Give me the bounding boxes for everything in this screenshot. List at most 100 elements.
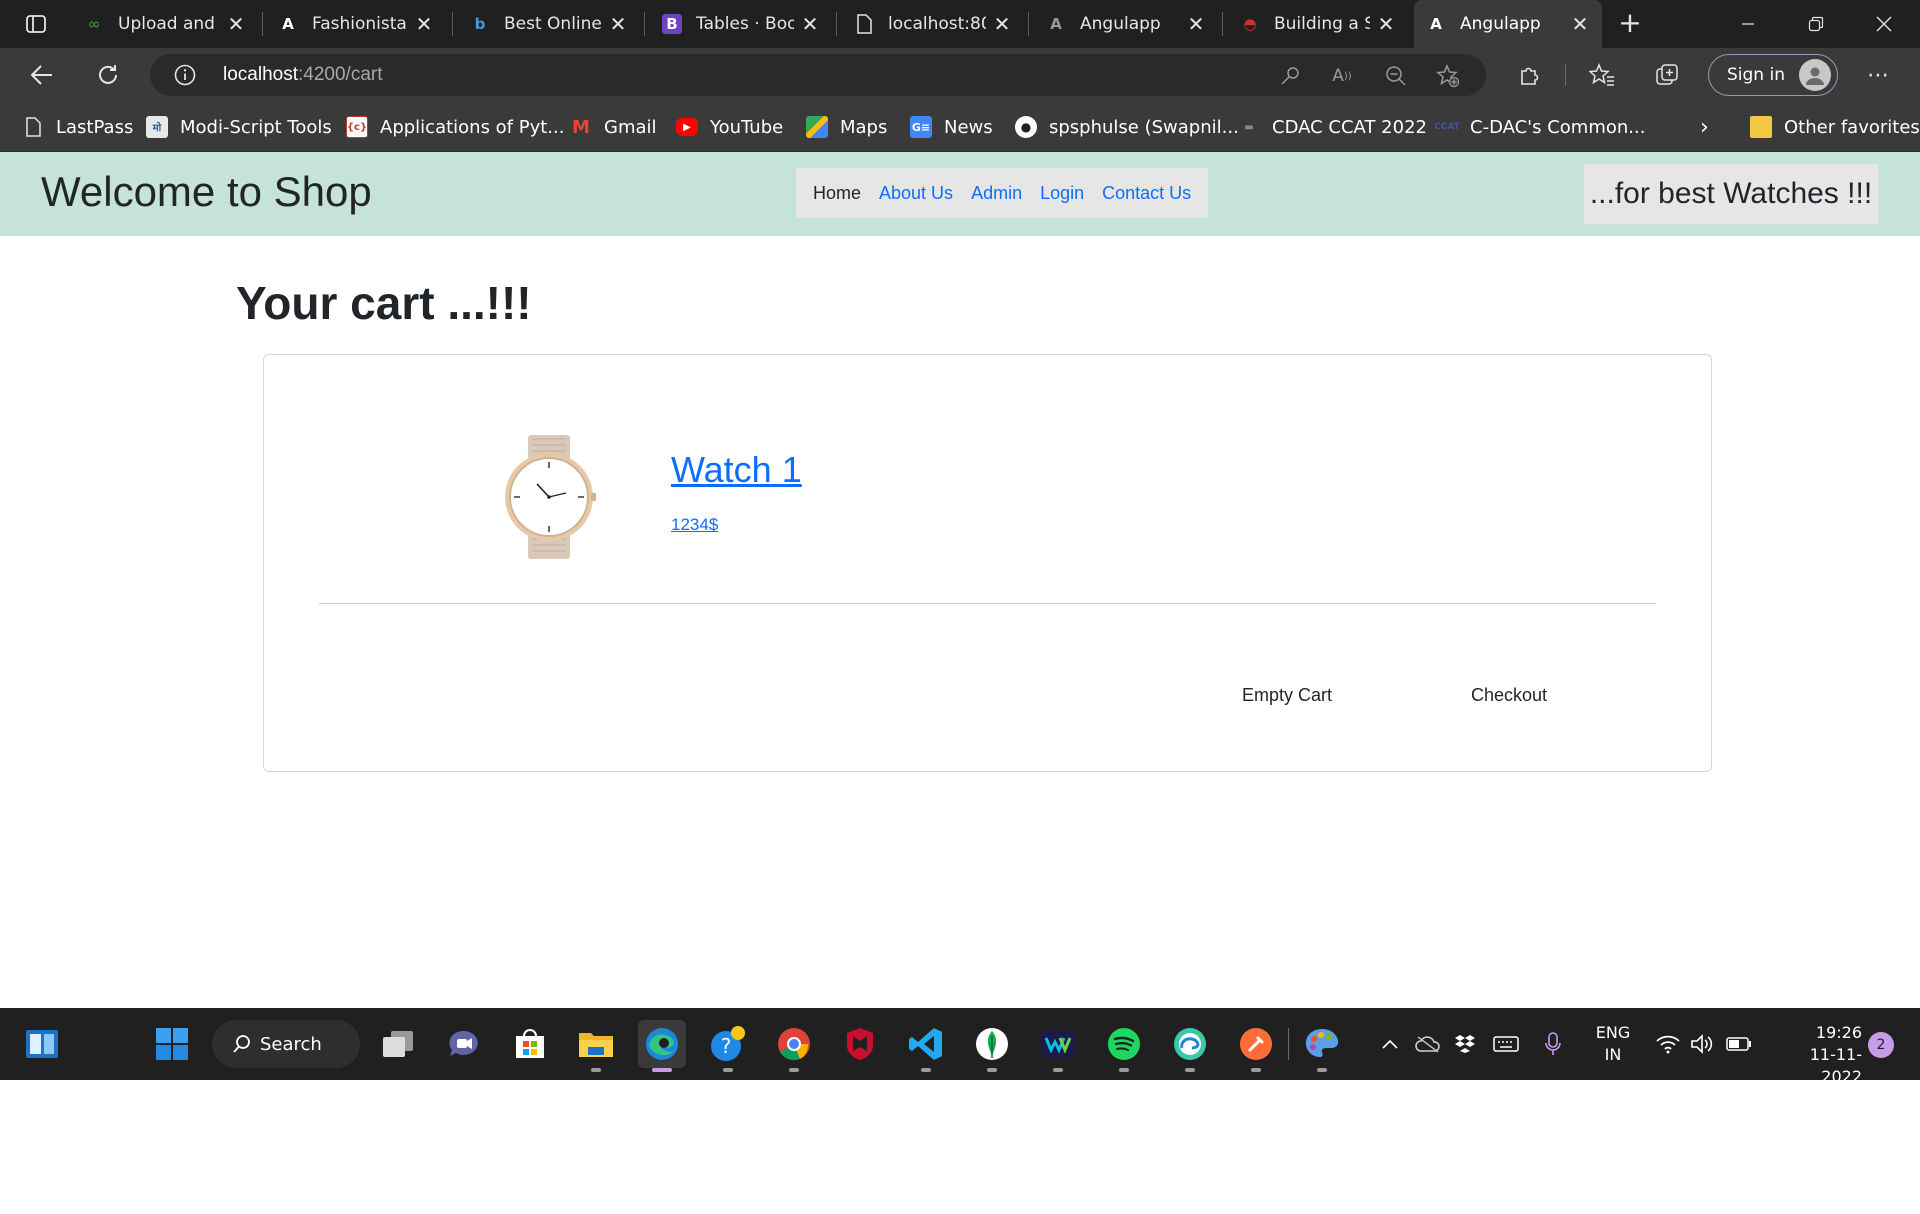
battery-tray[interactable] — [1724, 1030, 1754, 1058]
microphone-icon — [1545, 1032, 1561, 1055]
checkout-button[interactable]: Checkout — [1471, 685, 1547, 706]
start-button[interactable] — [148, 1020, 196, 1068]
task-view-button[interactable] — [374, 1020, 422, 1068]
tab-best-online[interactable]: b Best Online ✕ — [458, 0, 640, 48]
more-dots-icon: ⋯ — [1867, 62, 1889, 88]
tab-angulapp-active[interactable]: A Angulapp ✕ — [1414, 0, 1602, 48]
edge-beta-button[interactable] — [1166, 1020, 1214, 1072]
file-explorer-button[interactable] — [572, 1020, 620, 1072]
close-tab-icon[interactable]: ✕ — [608, 12, 628, 36]
show-hidden-icons-button[interactable] — [1378, 1030, 1402, 1058]
favorite-news[interactable]: G≡ News — [910, 114, 993, 140]
favorite-gmail[interactable]: M Gmail — [570, 114, 656, 140]
nav-about-us[interactable]: About Us — [879, 183, 953, 204]
webex-button[interactable] — [1034, 1020, 1082, 1072]
minimize-button[interactable] — [1714, 0, 1782, 48]
widgets-button[interactable] — [18, 1020, 66, 1068]
nav-admin[interactable]: Admin — [971, 183, 1022, 204]
task-view-icon — [383, 1031, 413, 1057]
bootstrap-icon: B — [662, 14, 682, 34]
microsoft-store-button[interactable] — [506, 1020, 554, 1068]
favorite-youtube[interactable]: ▶ YouTube — [676, 114, 783, 140]
extensions-button[interactable] — [1512, 58, 1548, 92]
site-navbar: Welcome to Shop Home About Us Admin Logi… — [0, 152, 1920, 236]
dropbox-tray[interactable] — [1452, 1030, 1478, 1058]
edge-button[interactable] — [638, 1020, 686, 1072]
close-tab-icon[interactable]: ✕ — [226, 12, 246, 36]
notification-badge[interactable]: 2 — [1868, 1032, 1894, 1058]
tab-tables-bootstrap[interactable]: B Tables · Boo ✕ — [650, 0, 832, 48]
sign-in-button[interactable]: Sign in — [1708, 54, 1838, 96]
postman-button[interactable] — [1232, 1020, 1280, 1072]
product-name-link[interactable]: Watch 1 — [671, 449, 802, 491]
chrome-button[interactable] — [770, 1020, 818, 1072]
empty-cart-button[interactable]: Empty Cart — [1242, 685, 1332, 706]
spotify-button[interactable] — [1100, 1020, 1148, 1072]
microphone-tray[interactable] — [1540, 1030, 1566, 1058]
more-favorites-button[interactable]: › — [1700, 114, 1709, 140]
tab-fashionista[interactable]: A Fashionista ✕ — [266, 0, 446, 48]
read-aloud-icon[interactable]: A)) — [1330, 64, 1354, 88]
paint-button[interactable] — [1298, 1020, 1346, 1072]
vscode-button[interactable] — [902, 1020, 950, 1072]
maps-icon — [806, 116, 828, 138]
tab-actions-button[interactable] — [14, 10, 58, 38]
volume-tray[interactable] — [1688, 1030, 1716, 1058]
code-icon: {c} — [346, 116, 368, 138]
nav-login[interactable]: Login — [1040, 183, 1084, 204]
page-icon — [854, 14, 874, 34]
password-key-icon[interactable] — [1278, 64, 1302, 88]
touch-keyboard-tray[interactable] — [1492, 1030, 1520, 1058]
favorite-maps[interactable]: Maps — [806, 114, 887, 140]
system-clock[interactable]: 19:26 11-11-2022 — [1770, 1022, 1862, 1088]
favorites-bar: LastPass मो Modi-Script Tools {c} Applic… — [0, 102, 1920, 152]
close-tab-icon[interactable]: ✕ — [414, 12, 434, 36]
teams-chat-button[interactable] — [440, 1020, 488, 1068]
zoom-out-icon[interactable] — [1384, 64, 1408, 88]
running-indicator — [723, 1068, 733, 1072]
product-price-link[interactable]: 1234$ — [671, 515, 718, 535]
close-tab-icon[interactable]: ✕ — [1186, 12, 1206, 36]
favorite-cdac-ccat[interactable]: ▬ CDAC CCAT 2022 — [1238, 114, 1427, 140]
speaker-icon — [1691, 1034, 1713, 1054]
close-tab-icon[interactable]: ✕ — [1376, 12, 1396, 36]
get-help-button[interactable]: ? — [704, 1020, 752, 1072]
mcafee-button[interactable] — [836, 1020, 884, 1068]
new-tab-button[interactable]: + — [1614, 8, 1646, 40]
favorite-github[interactable]: ● spsphulse (Swapnil... — [1015, 114, 1239, 140]
close-tab-icon[interactable]: ✕ — [800, 12, 820, 36]
wifi-tray[interactable] — [1654, 1030, 1682, 1058]
nav-contact-us[interactable]: Contact Us — [1102, 183, 1191, 204]
input-language-indicator[interactable]: ENG IN — [1593, 1022, 1633, 1066]
running-indicator — [1251, 1068, 1261, 1072]
onedrive-tray[interactable] — [1414, 1030, 1442, 1058]
tab-building[interactable]: ◓ Building a S ✕ — [1228, 0, 1408, 48]
collections-button[interactable] — [1650, 58, 1686, 92]
tab-localhost[interactable]: localhost:80 ✕ — [842, 0, 1024, 48]
favorite-modi-script[interactable]: मो Modi-Script Tools — [146, 114, 332, 140]
favorite-applications-python[interactable]: {c} Applications of Pyt... — [346, 114, 564, 140]
web-page: Welcome to Shop Home About Us Admin Logi… — [0, 152, 1920, 1008]
page-title: Your cart ...!!! — [236, 277, 532, 329]
other-favorites[interactable]: Other favorites — [1750, 114, 1920, 140]
taskbar-search[interactable]: Search — [212, 1020, 360, 1068]
site-info-icon[interactable] — [174, 64, 196, 86]
mongodb-button[interactable] — [968, 1020, 1016, 1072]
nav-home[interactable]: Home — [813, 183, 861, 204]
restore-button[interactable] — [1782, 0, 1850, 48]
refresh-button[interactable] — [90, 58, 126, 92]
tab-upload[interactable]: ∞ Upload and ✕ — [72, 0, 258, 48]
favorite-cdac-common[interactable]: CCAT C-DAC's Common... — [1434, 114, 1645, 140]
back-button[interactable] — [24, 58, 60, 92]
address-bar[interactable]: localhost:4200/cart A)) — [150, 54, 1486, 96]
close-tab-icon[interactable]: ✕ — [992, 12, 1012, 36]
tab-angulapp[interactable]: A Angulapp ✕ — [1034, 0, 1218, 48]
settings-menu-button[interactable]: ⋯ — [1860, 58, 1896, 92]
add-favorite-icon[interactable] — [1436, 64, 1460, 88]
close-tab-icon[interactable]: ✕ — [1570, 12, 1590, 36]
favorite-lastpass[interactable]: LastPass — [22, 114, 133, 140]
favorites-button[interactable] — [1584, 58, 1620, 92]
mongodb-leaf-icon — [976, 1028, 1008, 1060]
site-brand[interactable]: Welcome to Shop — [41, 168, 372, 216]
close-window-button[interactable] — [1850, 0, 1918, 48]
